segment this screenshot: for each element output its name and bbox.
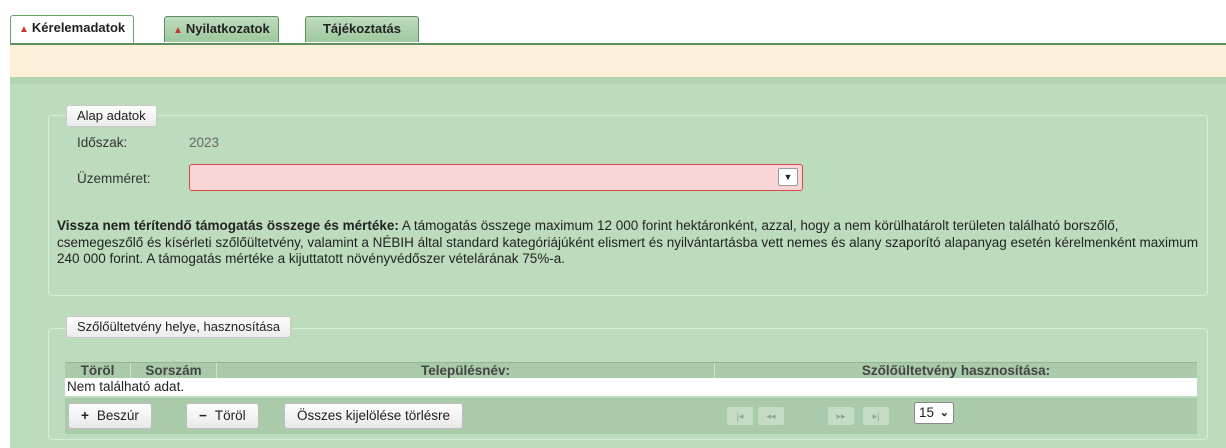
next-page-icon[interactable]: ▸▸ xyxy=(828,407,854,425)
period-value: 2023 xyxy=(189,135,220,150)
first-page-icon[interactable]: |◂ xyxy=(727,407,753,425)
period-label: Időszak: xyxy=(77,135,128,150)
warning-icon: ▲ xyxy=(19,24,29,35)
tab-label: Kérelemadatok xyxy=(31,20,126,35)
column-header-index[interactable]: Sorszám xyxy=(131,363,217,379)
grid-toolbar: + Beszúr − Töröl Összes kijelölése törlésr… xyxy=(65,398,1197,434)
column-header-delete[interactable]: Töröl xyxy=(65,363,131,379)
notice-band xyxy=(10,45,1226,77)
tab-nyilatkozatok[interactable]: ▲ Nyilatkozatok xyxy=(164,16,279,42)
tab-bar: ▲ Kérelemadatok ▲ Nyilatkozatok Tájékoztat… xyxy=(0,0,1226,48)
farm-size-select[interactable]: ▼ xyxy=(189,164,803,191)
vineyard-legend: Szőlőültetvény helye, hasznosítása xyxy=(66,316,292,338)
grid-empty-row: Nem található adat. xyxy=(65,378,1197,396)
prev-page-icon[interactable]: ◂◂ xyxy=(758,407,784,425)
insert-button[interactable]: + Beszúr xyxy=(68,403,152,429)
basic-data-legend: Alap adatok xyxy=(66,105,157,127)
minus-icon: − xyxy=(199,408,207,423)
tab-tajekoztatas[interactable]: Tájékoztatás xyxy=(305,16,419,42)
farm-size-label: Üzemméret: xyxy=(77,171,151,186)
clear-selection-button[interactable]: Összes kijelölése törlésre xyxy=(284,403,464,429)
dropdown-arrow-icon[interactable]: ▼ xyxy=(778,168,798,186)
tab-kerelemadatok[interactable]: ▲ Kérelemadatok xyxy=(10,15,135,44)
support-info-heading: Vissza nem térítendő támogatás összege é… xyxy=(57,218,399,233)
tab-label: Tájékoztatás xyxy=(322,21,402,36)
column-header-usage[interactable]: Szőlőültetvény hasznosítása: xyxy=(715,363,1197,379)
column-header-municipality[interactable]: Településnév: xyxy=(217,363,715,379)
page-size-select[interactable]: 15 ⌄ xyxy=(914,402,954,424)
last-page-icon[interactable]: ▸| xyxy=(863,407,889,425)
delete-button-label: Töröl xyxy=(214,408,246,423)
insert-button-label: Beszúr xyxy=(96,408,139,423)
delete-button[interactable]: − Töröl xyxy=(186,403,259,429)
plus-icon: + xyxy=(81,408,89,423)
basic-data-panel xyxy=(48,115,1208,296)
warning-icon: ▲ xyxy=(173,25,183,36)
grid-header: Töröl Sorszám Településnév: Szőlőültetvé… xyxy=(65,362,1197,379)
tab-label: Nyilatkozatok xyxy=(185,21,270,36)
chevron-down-icon: ⌄ xyxy=(939,407,949,419)
page-size-value: 15 xyxy=(919,405,935,420)
support-info-text: Vissza nem térítendő támogatás összege é… xyxy=(57,218,1207,268)
